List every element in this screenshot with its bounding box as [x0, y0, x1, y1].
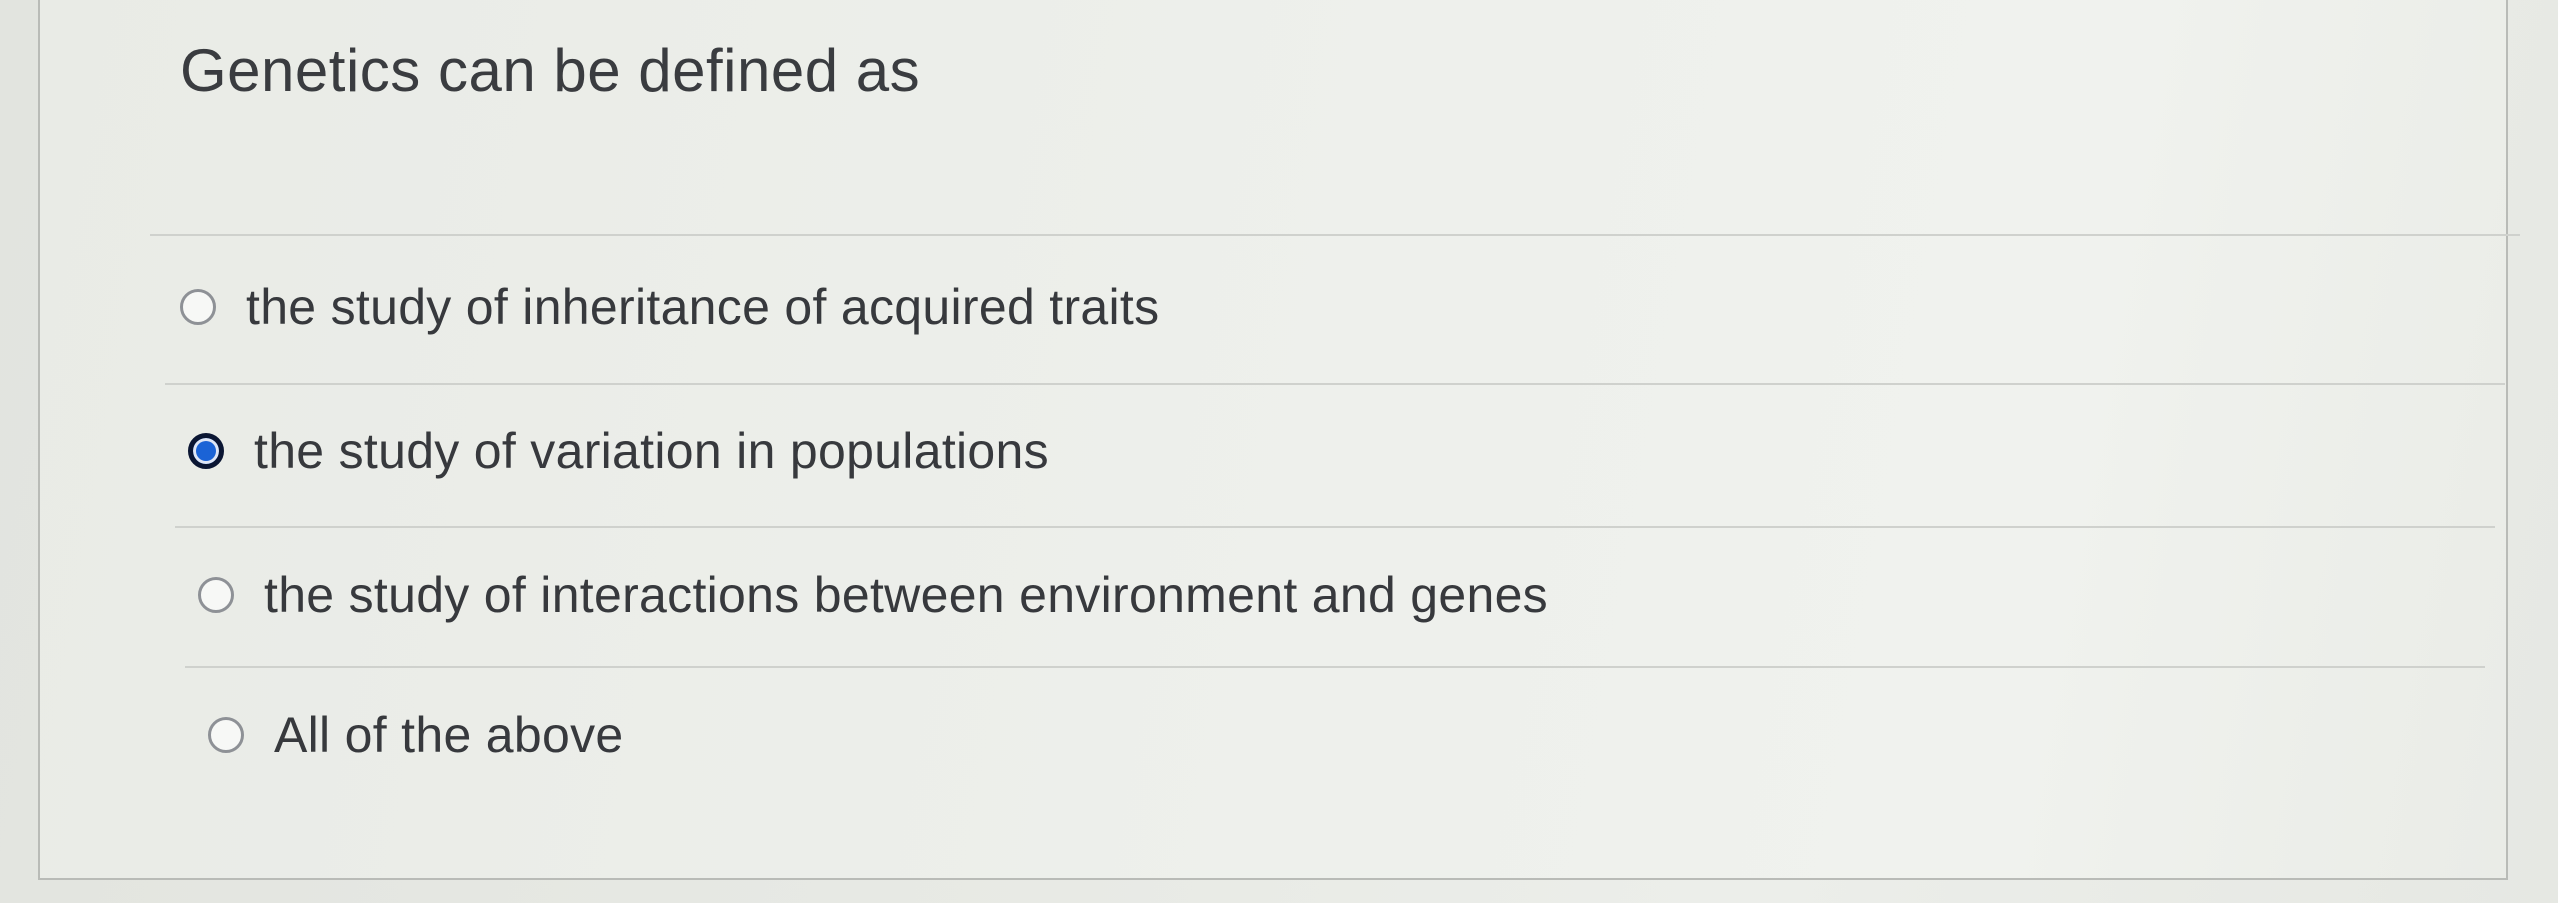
option-label: All of the above [274, 707, 624, 763]
option-all-of-the-above[interactable]: All of the above [208, 706, 623, 764]
question-text: Genetics can be defined as [180, 37, 921, 104]
divider [165, 383, 2505, 385]
radio-button[interactable] [208, 717, 244, 753]
option-environment-and-genes[interactable]: the study of interactions between enviro… [198, 566, 1548, 624]
divider [150, 234, 2520, 236]
divider [185, 666, 2485, 668]
radio-button[interactable] [198, 577, 234, 613]
option-label: the study of interactions between enviro… [264, 567, 1548, 623]
option-label: the study of variation in populations [254, 423, 1049, 479]
option-label: the study of inheritance of acquired tra… [246, 279, 1160, 335]
radio-button-selected[interactable] [188, 433, 224, 469]
option-variation-in-populations[interactable]: the study of variation in populations [188, 422, 1049, 480]
option-acquired-traits[interactable]: the study of inheritance of acquired tra… [180, 278, 1159, 336]
radio-button[interactable] [180, 289, 216, 325]
divider [175, 526, 2495, 528]
